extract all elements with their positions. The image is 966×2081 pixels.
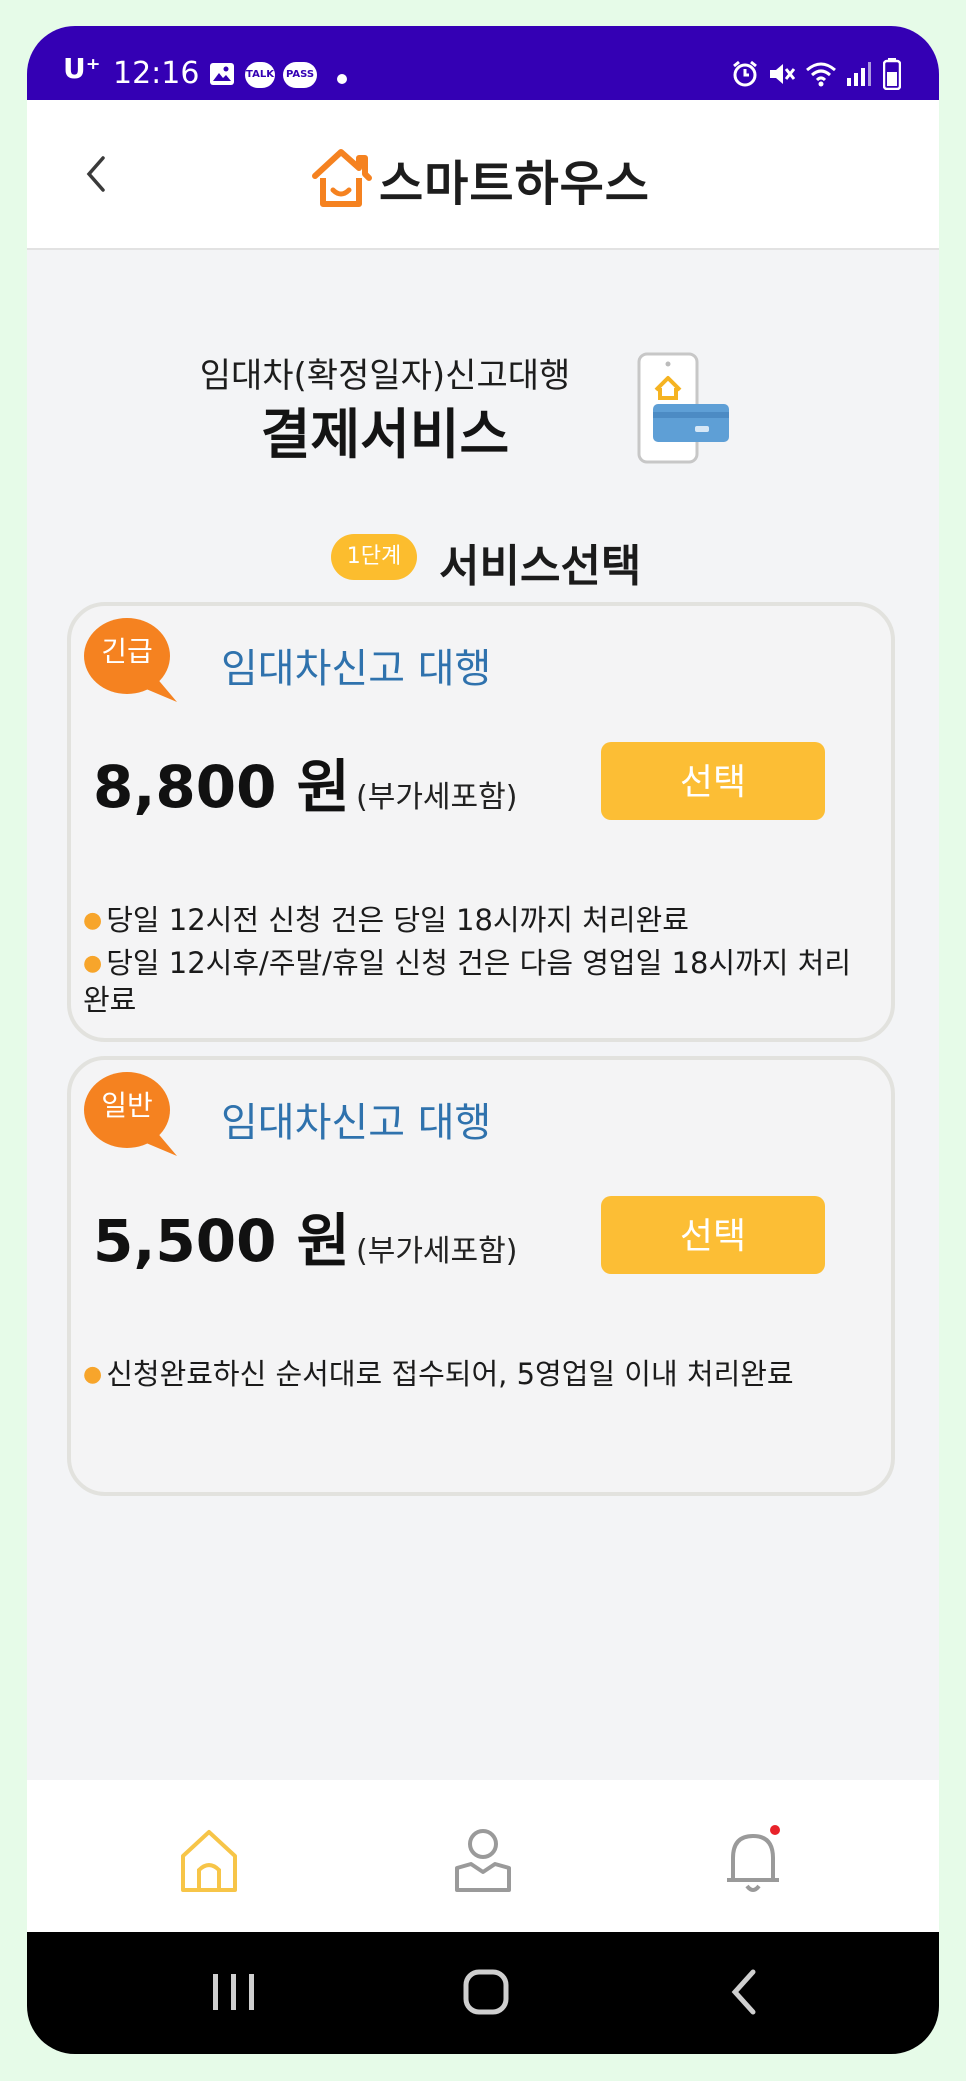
profile-icon[interactable]	[443, 1820, 523, 1900]
service-tag: 일반	[101, 1089, 153, 1122]
service-title: 임대차신고 대행	[221, 646, 492, 692]
home-icon[interactable]	[169, 1820, 249, 1900]
app-header: 스마트하우스	[27, 100, 939, 250]
price-amount: 8,800 원	[93, 753, 351, 821]
service-title: 임대차신고 대행	[221, 1100, 492, 1146]
battery-icon	[883, 58, 901, 90]
note-item: ● 당일 12시전 신청 건은 당일 18시까지 처리완료	[83, 903, 689, 937]
talk-icon: TALK	[245, 62, 275, 88]
image-icon	[210, 63, 234, 85]
note-item: ● 신청완료하신 순서대로 접수되어, 5영업일 이내 처리완료	[83, 1357, 794, 1391]
mute-icon	[770, 64, 795, 84]
note-item: ● 당일 12시후/주말/휴일 신청 건은 다음 영업일 18시까지 처리완료	[83, 946, 852, 1017]
wifi-icon	[806, 62, 836, 87]
service-card-normal: 일반 임대차신고 대행 5,500 원 (부가세포함) 선택 ● 신청완료하신 순서…	[67, 1056, 895, 1496]
clock: 12:16	[113, 56, 200, 91]
system-navigation-bar	[27, 1932, 939, 2054]
service-card-urgent: 긴급 임대차신고 대행 8,800 원 (부가세포함) 선택 ● 당일 12시전 신…	[67, 602, 895, 1042]
select-urgent-button[interactable]: 선택	[601, 742, 825, 820]
service-notes: ● 당일 12시전 신청 건은 당일 18시까지 처리완료 ● 당일 12시후/주말…	[83, 902, 873, 1024]
step-title: 서비스선택	[439, 541, 642, 592]
home-button-icon[interactable]	[451, 1962, 521, 2022]
more-notifications-dot	[337, 74, 347, 84]
select-normal-button[interactable]: 선택	[601, 1196, 825, 1274]
page-title: 결제서비스	[260, 403, 510, 466]
back-button-icon[interactable]	[711, 1962, 781, 2022]
bullet-icon: ●	[83, 951, 103, 976]
bullet-icon: ●	[83, 908, 103, 933]
bullet-icon: ●	[83, 1362, 103, 1387]
status-bar: U⁺ 12:16 TALK PASS	[27, 26, 939, 100]
recent-apps-icon[interactable]	[199, 1962, 269, 2022]
pass-icon: PASS	[283, 62, 317, 88]
price-amount: 5,500 원	[93, 1207, 351, 1275]
carrier-label: U⁺	[63, 52, 101, 85]
vat-note: (부가세포함)	[356, 1234, 518, 1269]
vat-note: (부가세포함)	[356, 780, 518, 815]
phone-screen: U⁺ 12:16 TALK PASS 스마트하우스 임대차(확정일자)신고대행 …	[27, 26, 939, 2054]
service-price: 8,800 원 (부가세포함)	[93, 740, 517, 824]
service-notes: ● 신청완료하신 순서대로 접수되어, 5영업일 이내 처리완료	[83, 1356, 873, 1399]
bell-icon[interactable]	[713, 1820, 793, 1900]
service-price: 5,500 원 (부가세포함)	[93, 1194, 517, 1278]
bottom-nav	[27, 1780, 939, 1932]
app-logo-text: 스마트하우스	[379, 156, 650, 212]
chevron-left-icon[interactable]	[67, 144, 127, 204]
alarm-icon	[733, 60, 757, 87]
service-tag: 긴급	[101, 635, 153, 668]
phone-card-icon	[637, 352, 729, 464]
house-logo-icon	[312, 149, 372, 207]
step-badge: 1단계	[331, 534, 417, 580]
signal-icon	[847, 62, 871, 86]
